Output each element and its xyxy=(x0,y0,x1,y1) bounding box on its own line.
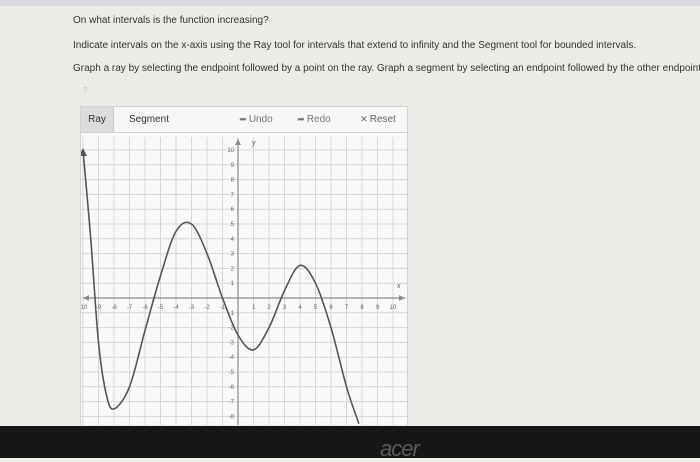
x-tick-label: 6 xyxy=(329,305,333,311)
instruction-text: Indicate intervals on the x-axis using t… xyxy=(73,40,637,51)
function-graph[interactable]: xy-10-9-8-7-6-5-4-3-2-112345678910-8-7-6… xyxy=(81,133,407,425)
y-axis-arrow-icon xyxy=(235,139,241,145)
curve-arrow-icon xyxy=(81,148,87,156)
undo-button[interactable]: ➦ Undo xyxy=(231,107,281,132)
x-tick-label: -8 xyxy=(111,305,117,311)
y-axis-label: y xyxy=(251,140,256,147)
x-tick-label: -3 xyxy=(189,305,195,311)
undo-arrow-icon: ➦ xyxy=(239,114,247,124)
ray-tool-label: Ray xyxy=(88,114,106,125)
undo-label: Undo xyxy=(248,114,273,125)
y-tick-label: -3 xyxy=(229,340,235,346)
x-tick-label: 5 xyxy=(314,305,318,311)
x-axis-arrow-left-icon xyxy=(83,295,89,301)
laptop-brand-logo: acer xyxy=(380,436,420,461)
x-tick-label: -7 xyxy=(127,305,133,311)
x-tick-label: -2 xyxy=(204,305,210,311)
y-tick-label: -7 xyxy=(229,400,235,406)
segment-tool-label: Segment xyxy=(128,114,170,125)
y-tick-label: -8 xyxy=(229,414,235,420)
redo-label: Redo xyxy=(306,114,331,125)
y-tick-label: 6 xyxy=(231,207,235,213)
question-text: On what intervals is the function increa… xyxy=(73,15,269,26)
laptop-bezel xyxy=(0,426,700,458)
y-tick-label: -5 xyxy=(229,370,235,376)
faint-footnote: ? xyxy=(83,86,88,95)
x-tick-label: -10 xyxy=(81,305,88,311)
y-tick-label: 7 xyxy=(231,192,235,198)
segment-tool-button[interactable]: Segment xyxy=(123,107,175,132)
x-tick-label: 9 xyxy=(376,305,380,311)
graph-toolbar: Ray Segment ➦ Undo ➦ Redo ✕ Reset xyxy=(80,106,408,133)
x-axis-arrow-icon xyxy=(399,295,405,301)
x-tick-label: 2 xyxy=(267,305,271,311)
y-tick-label: 2 xyxy=(231,266,235,272)
y-tick-label: 3 xyxy=(231,252,235,258)
x-tick-label: 1 xyxy=(252,305,256,311)
y-tick-label: 8 xyxy=(231,178,235,184)
graph-canvas[interactable]: xy-10-9-8-7-6-5-4-3-2-112345678910-8-7-6… xyxy=(80,133,408,425)
redo-arrow-icon: ➦ xyxy=(297,114,305,124)
instruction-detail-text: Graph a ray by selecting the endpoint fo… xyxy=(73,63,700,74)
x-tick-label: 8 xyxy=(360,305,364,311)
x-tick-label: 4 xyxy=(298,305,302,311)
x-tick-label: -6 xyxy=(142,305,148,311)
redo-button[interactable]: ➦ Redo xyxy=(289,107,339,132)
y-tick-label: 4 xyxy=(231,237,235,243)
x-tick-label: -5 xyxy=(158,305,164,311)
reset-button[interactable]: ✕ Reset xyxy=(353,107,403,132)
y-tick-label: 9 xyxy=(231,163,235,169)
reset-label: Reset xyxy=(369,114,396,125)
x-tick-label: -4 xyxy=(173,305,179,311)
y-tick-label: 10 xyxy=(227,148,234,154)
x-tick-label: 10 xyxy=(390,305,397,311)
y-tick-label: 5 xyxy=(231,222,235,228)
function-curve xyxy=(82,149,360,425)
y-tick-label: -4 xyxy=(229,355,235,361)
x-tick-label: 7 xyxy=(345,305,349,311)
x-axis-label: x xyxy=(396,283,401,290)
ray-tool-button[interactable]: Ray xyxy=(81,107,114,132)
x-icon: ✕ xyxy=(360,114,368,124)
y-tick-label: 1 xyxy=(231,281,235,287)
x-tick-label: -9 xyxy=(96,305,102,311)
browser-top-strip xyxy=(0,0,700,6)
y-tick-label: -6 xyxy=(229,385,235,391)
x-tick-label: 3 xyxy=(283,305,287,311)
